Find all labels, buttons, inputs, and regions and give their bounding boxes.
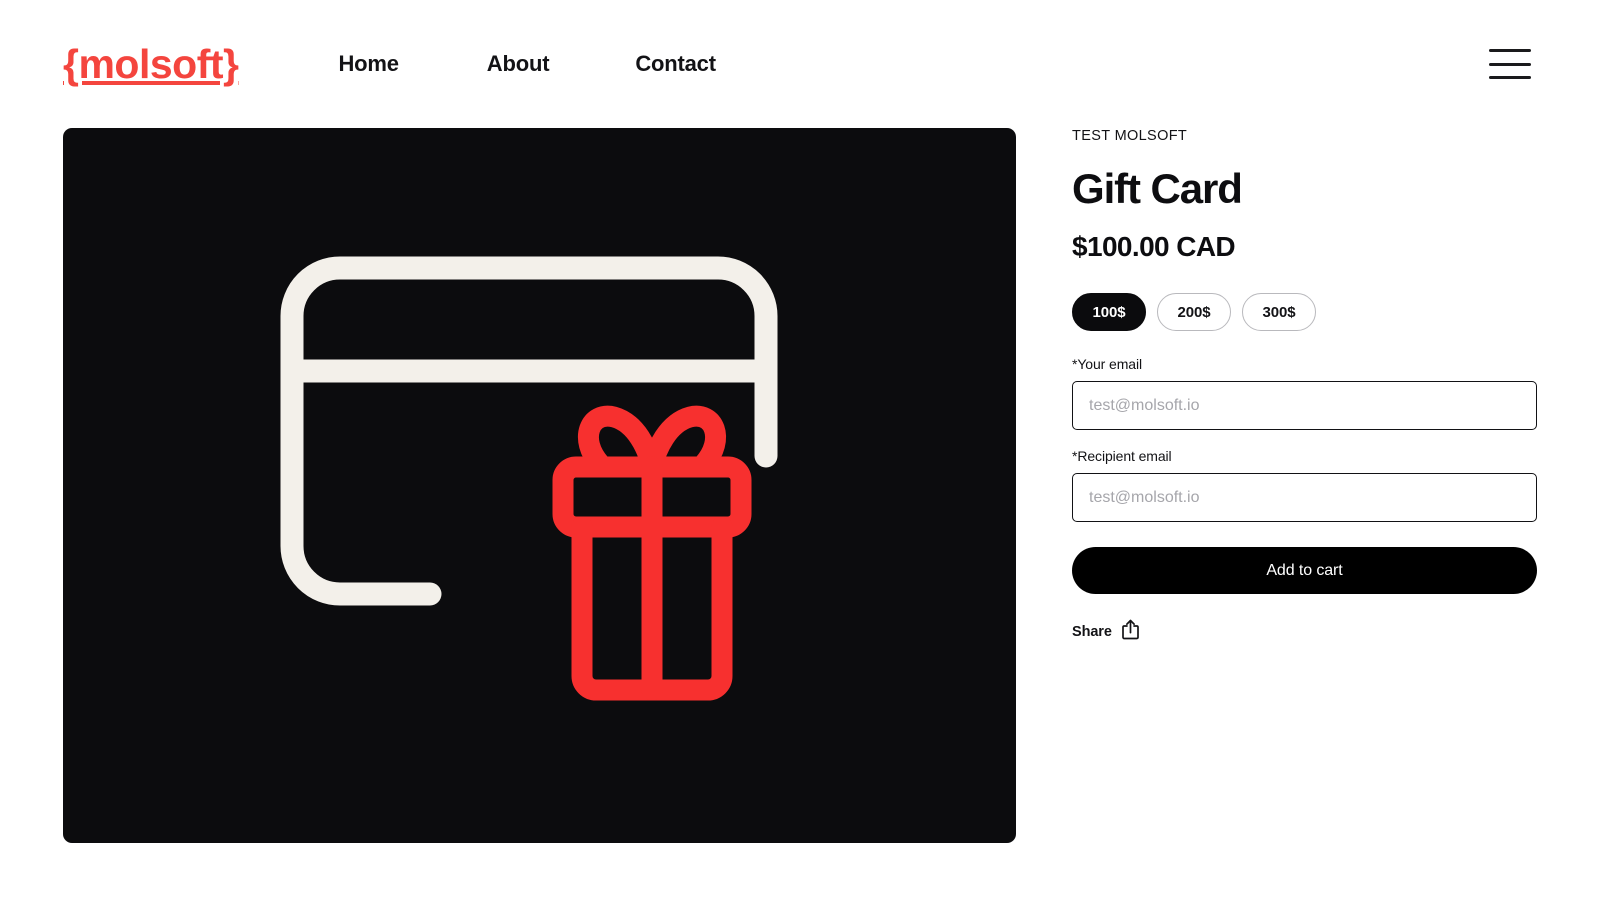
nav-item-home[interactable]: Home (338, 51, 399, 77)
product-info: TEST MOLSOFT Gift Card $100.00 CAD 100$ … (1072, 128, 1552, 645)
recipient-email-input[interactable] (1072, 473, 1537, 523)
share-label: Share (1072, 624, 1112, 641)
hamburger-line-1 (1489, 49, 1531, 52)
share-button[interactable]: Share (1072, 619, 1140, 645)
your-email-input[interactable] (1072, 381, 1537, 431)
product-main: TEST MOLSOFT Gift Card $100.00 CAD 100$ … (0, 128, 1600, 900)
product-vendor: TEST MOLSOFT (1072, 128, 1188, 144)
recipient-email-field-group: *Recipient email (1072, 448, 1552, 523)
variant-option-100[interactable]: 100$ (1072, 293, 1146, 332)
hamburger-line-2 (1489, 62, 1531, 66)
brand-logo[interactable]: {molsoft} (63, 43, 239, 85)
variant-option-300[interactable]: 300$ (1242, 293, 1316, 332)
hamburger-line-3 (1489, 76, 1531, 79)
page-root: {molsoft} Home About Contact TEST MOLSOF… (0, 0, 1600, 900)
primary-navigation: Home About Contact (338, 51, 716, 77)
site-header: {molsoft} Home About Contact (0, 0, 1600, 128)
share-upload-icon (1121, 619, 1140, 645)
variant-option-200[interactable]: 200$ (1157, 293, 1231, 332)
product-gallery (63, 128, 1016, 843)
product-price: $100.00 CAD (1072, 231, 1236, 263)
variant-picker: 100$ 200$ 300$ (1072, 293, 1552, 332)
nav-item-about[interactable]: About (487, 51, 550, 77)
your-email-label: *Your email (1072, 356, 1142, 373)
gift-card-illustration-svg (280, 256, 777, 700)
your-email-field-group: *Your email (1072, 356, 1552, 431)
add-to-cart-button[interactable]: Add to cart (1072, 547, 1537, 595)
product-title: Gift Card (1072, 165, 1243, 212)
hamburger-menu-icon[interactable] (1487, 49, 1531, 79)
recipient-email-label: *Recipient email (1072, 448, 1172, 465)
product-image[interactable] (63, 128, 1016, 843)
nav-item-contact[interactable]: Contact (635, 51, 716, 77)
